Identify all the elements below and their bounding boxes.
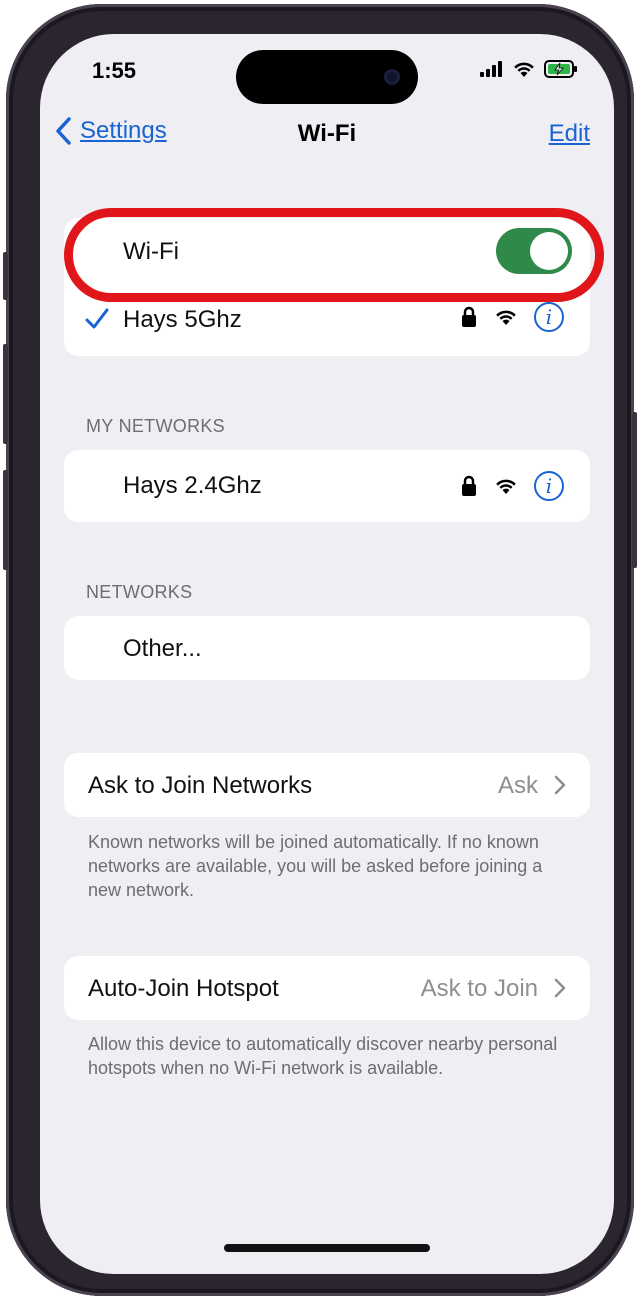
other-network-label: Other... xyxy=(123,635,202,662)
cellular-signal-icon xyxy=(480,61,502,77)
network-name: Hays 2.4Ghz xyxy=(123,472,262,499)
info-icon[interactable]: i xyxy=(534,302,564,332)
action-button xyxy=(3,252,8,300)
ask-to-join-group: Ask to Join Networks Ask xyxy=(64,753,590,817)
screen: 1:55 Settings Wi-Fi Edit Wi-Fi Hays 5Ghz… xyxy=(40,34,614,1274)
wifi-status-icon xyxy=(514,62,534,77)
lock-icon xyxy=(462,475,476,496)
auto-join-group: Auto-Join Hotspot Ask to Join xyxy=(64,956,590,1020)
volume-down-button xyxy=(3,470,8,570)
phone-frame: 1:55 Settings Wi-Fi Edit Wi-Fi Hays 5Ghz… xyxy=(3,4,637,1296)
chevron-right-icon xyxy=(554,978,566,998)
ask-to-join-footer: Known networks will be joined automatica… xyxy=(88,832,543,900)
status-icons xyxy=(480,60,578,78)
highlight-annotation xyxy=(64,208,604,302)
networks-group: Other... xyxy=(64,616,590,680)
page-title: Wi-Fi xyxy=(297,120,357,147)
battery-charging-icon xyxy=(544,60,577,78)
connected-network-name: Hays 5Ghz xyxy=(123,306,242,333)
status-time: 1:55 xyxy=(92,58,137,83)
wifi-strength-icon xyxy=(496,479,516,494)
wifi-strength-icon xyxy=(496,310,516,325)
volume-up-button xyxy=(3,344,8,444)
my-networks-header: MY NETWORKS xyxy=(86,416,225,436)
info-icon[interactable]: i xyxy=(534,471,564,501)
home-indicator[interactable] xyxy=(224,1244,430,1252)
edit-button[interactable]: Edit xyxy=(549,120,590,148)
ask-to-join-row[interactable]: Ask to Join Networks Ask xyxy=(64,753,590,817)
auto-join-label: Auto-Join Hotspot xyxy=(88,975,279,1002)
networks-header: NETWORKS xyxy=(86,582,193,602)
my-networks-group: Hays 2.4Ghz i xyxy=(64,450,590,522)
dynamic-island xyxy=(236,50,418,104)
chevron-right-icon xyxy=(554,775,566,795)
lock-icon xyxy=(462,306,476,327)
auto-join-row[interactable]: Auto-Join Hotspot Ask to Join xyxy=(64,956,590,1020)
checkmark-icon xyxy=(85,308,109,329)
camera-icon xyxy=(384,69,400,85)
auto-join-value: Ask to Join xyxy=(420,975,538,1002)
power-button xyxy=(632,412,637,568)
auto-join-footer: Allow this device to automatically disco… xyxy=(88,1034,558,1078)
other-network-row[interactable]: Other... xyxy=(64,616,590,680)
network-row-hays-2-4[interactable]: Hays 2.4Ghz i xyxy=(64,450,590,522)
ask-to-join-value: Ask xyxy=(497,772,538,799)
ask-to-join-label: Ask to Join Networks xyxy=(88,772,313,799)
